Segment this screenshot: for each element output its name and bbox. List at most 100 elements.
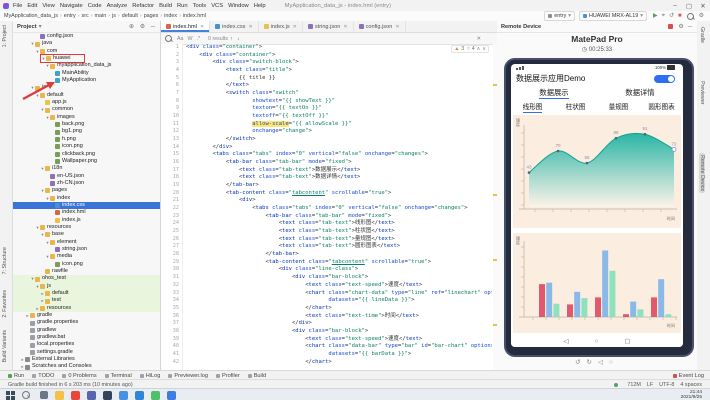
minimize-icon[interactable]: –	[668, 2, 682, 10]
tree-item-h-png[interactable]: h.png	[13, 136, 160, 143]
menu-item-analyze[interactable]: Analyze	[107, 3, 128, 9]
tree-item-js[interactable]: ▾js	[13, 283, 160, 290]
messaging-app-icon[interactable]	[151, 391, 160, 400]
back-icon[interactable]: ◁	[563, 337, 568, 345]
tree-item-settings-gradle[interactable]: settings.gradle	[13, 349, 160, 356]
menu-item-navigate[interactable]: Navigate	[60, 3, 83, 9]
tree-item-myapplication_data_js[interactable]: ▾myapplication_data_js	[13, 62, 160, 69]
find-prev-icon[interactable]: ↑	[230, 36, 233, 42]
module-selector[interactable]: entry ▾	[544, 11, 575, 21]
tree-item-app-js[interactable]: app.js	[13, 99, 160, 106]
project-header-icons[interactable]: ⊕ ⚙ ─	[129, 23, 157, 30]
tree-item-default[interactable]: ▸default	[13, 290, 160, 297]
tool-window-button-0-problems[interactable]: 0 Problems	[62, 373, 96, 379]
toggle-switch[interactable]	[654, 75, 675, 83]
tree-item-back-png[interactable]: back.png	[13, 121, 160, 128]
tree-item-java[interactable]: ▾java	[13, 40, 160, 47]
app-subtab-量规图[interactable]: 量规图	[597, 101, 640, 111]
tree-item-test[interactable]: ▸test	[13, 297, 160, 304]
tree-item-gradle-properties[interactable]: gradle.properties	[13, 319, 160, 326]
tree-item-default[interactable]: ▾default	[13, 92, 160, 99]
home-icon[interactable]: ○	[594, 338, 598, 345]
tab-close-icon[interactable]: ✕	[293, 24, 297, 30]
tab-close-icon[interactable]: ✕	[343, 24, 347, 30]
tool-strip-7-structure[interactable]: 7: Structure	[2, 247, 8, 274]
menu-item-view[interactable]: View	[42, 3, 54, 9]
gallery-app-icon[interactable]	[87, 391, 96, 400]
find-option-Aa[interactable]: Aa	[177, 36, 183, 42]
tree-item-index-css[interactable]: index.css	[13, 202, 160, 209]
breadcrumb-item[interactable]: pages	[144, 13, 159, 19]
menu-item-edit[interactable]: Edit	[27, 3, 37, 9]
tree-item-js[interactable]: ▾js	[13, 84, 160, 91]
find-option-[interactable]: .*	[196, 36, 200, 42]
tree-item-string-json[interactable]: string.json	[13, 246, 160, 253]
tree-item-com[interactable]: ▾com	[13, 48, 160, 55]
tree-item-config-json[interactable]: config.json	[13, 33, 160, 40]
tool-strip-gradle[interactable]: Gradle	[699, 27, 705, 43]
tree-item-rawfile[interactable]: rawfile	[13, 268, 160, 275]
editor-tab-index-hml[interactable]: index.hml✕	[161, 21, 210, 32]
run-button[interactable]: ▶	[653, 12, 658, 20]
restart-button[interactable]: ↺	[669, 12, 674, 20]
settings-gear-icon[interactable]: ⚙	[678, 23, 683, 30]
close-icon[interactable]: ✕	[696, 2, 710, 10]
app-subtab-线形图[interactable]: 线形图	[511, 101, 554, 111]
tree-item-zh-cn-json[interactable]: zh-CN.json	[13, 180, 160, 187]
breadcrumb-item[interactable]: js	[112, 13, 116, 19]
tab-close-icon[interactable]: ✕	[395, 24, 399, 30]
maximize-icon[interactable]: ▢	[682, 2, 696, 10]
breadcrumb-item[interactable]: main	[95, 13, 107, 19]
recents-icon[interactable]: ▢	[624, 337, 630, 345]
code-area[interactable]: <div class="container"> <div class="cont…	[186, 44, 492, 370]
terminal-app-icon[interactable]	[103, 391, 112, 400]
app-subtab-柱状图[interactable]: 柱状图	[554, 101, 597, 111]
menu-item-refactor[interactable]: Refactor	[132, 3, 154, 9]
deveco-icon[interactable]	[167, 391, 176, 400]
find-options[interactable]: Aa W .*	[175, 36, 202, 42]
chrome-icon[interactable]	[119, 391, 128, 400]
tab-close-icon[interactable]: ✕	[200, 24, 204, 30]
tree-item-i18n[interactable]: ▾i18n	[13, 165, 160, 172]
tree-item-index[interactable]: ▾index	[13, 195, 160, 202]
tool-window-button-previewer-log[interactable]: Previewer.log	[168, 373, 208, 379]
app-subtab-圆形图表[interactable]: 圆形图表	[640, 101, 683, 111]
tool-strip-2-favorites[interactable]: 2: Favorites	[2, 290, 8, 318]
tree-item-bg1-png[interactable]: bg1.png	[13, 128, 160, 135]
stop-button[interactable]: ■	[678, 12, 682, 20]
find-option-W[interactable]: W	[187, 36, 192, 42]
tree-item-common[interactable]: ▾common	[13, 106, 160, 113]
tree-item-media[interactable]: ▾media	[13, 253, 160, 260]
rotate-right-icon[interactable]: ↻	[587, 359, 598, 366]
tool-window-button-build[interactable]: Build	[248, 373, 266, 379]
tree-item-ohos_test[interactable]: ▾ohos_test	[13, 275, 160, 282]
editor-tab-config-json[interactable]: config.json✕	[354, 21, 406, 32]
media-app-icon[interactable]	[71, 391, 80, 400]
tree-item-resources[interactable]: ▾resources	[13, 224, 160, 231]
tree-item-local-properties[interactable]: local.properties	[13, 341, 160, 348]
tree-item-gradlew[interactable]: gradlew	[13, 327, 160, 334]
tool-window-button-hilog[interactable]: HiLog	[140, 373, 161, 379]
task-view-icon[interactable]	[40, 391, 48, 399]
app-tab-数据详情[interactable]: 数据详情	[597, 88, 683, 100]
tree-item-base[interactable]: ▾base	[13, 231, 160, 238]
tool-window-button-terminal[interactable]: Terminal	[105, 373, 132, 379]
tree-item-images[interactable]: ▾images	[13, 114, 160, 121]
menu-item-code[interactable]: Code	[88, 3, 102, 9]
tree-item-index-hml[interactable]: index.hml	[13, 209, 160, 216]
back-icon[interactable]: ◁	[598, 359, 609, 366]
find-next-icon[interactable]: ↓	[237, 36, 240, 42]
tree-item-clickback-png[interactable]: clickback.png	[13, 151, 160, 158]
menu-item-help[interactable]: Help	[254, 3, 266, 9]
tool-strip-build-variants[interactable]: Build Variants	[2, 330, 8, 362]
app-tab-数据展示[interactable]: 数据展示	[511, 88, 597, 100]
event-log-button[interactable]: Event Log	[673, 373, 704, 379]
menu-item-file[interactable]: File	[13, 3, 22, 9]
tab-close-icon[interactable]: ✕	[248, 24, 252, 30]
menu-item-vcs[interactable]: VCS	[211, 3, 223, 9]
tree-item-mainability[interactable]: MainAbility	[13, 70, 160, 77]
home-icon[interactable]: ○	[609, 359, 619, 366]
breadcrumb-item[interactable]: index.hml	[183, 13, 206, 19]
taskbar-search-icon[interactable]	[22, 391, 30, 399]
breadcrumb-item[interactable]: index	[164, 13, 177, 19]
